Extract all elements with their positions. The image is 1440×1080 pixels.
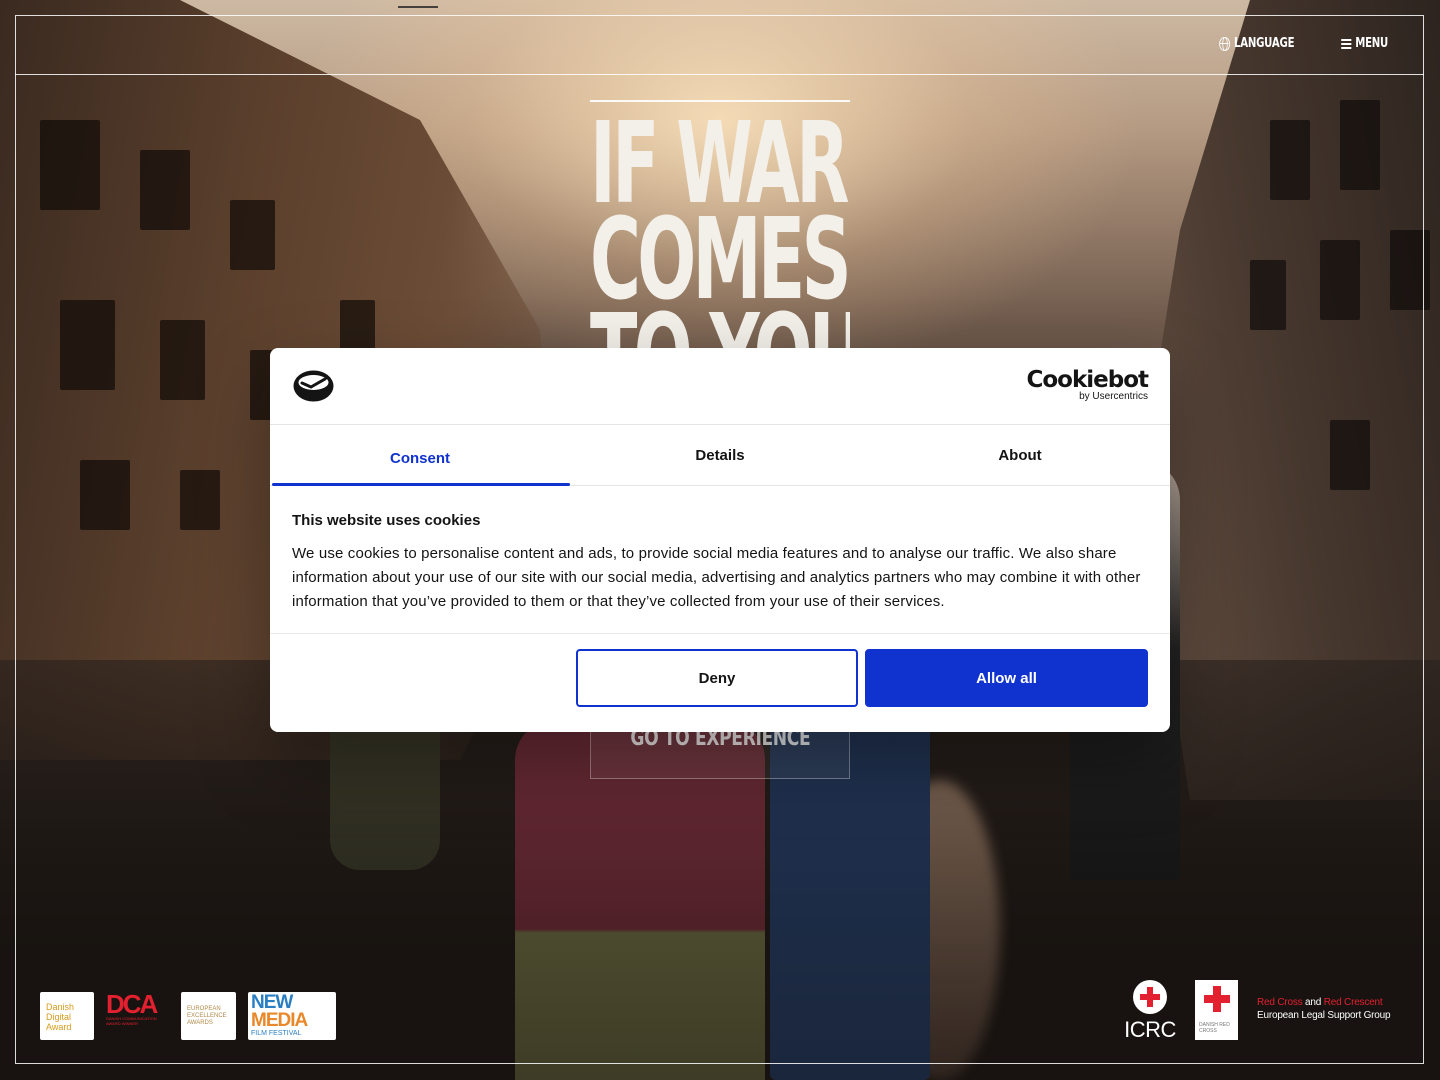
language-label: LANGUAGE: [1233, 36, 1295, 51]
european-excellence-badge[interactable]: EUROPEAN EXCELLENCE AWARDS: [181, 992, 236, 1040]
globe-icon: [1218, 36, 1230, 51]
tab-about[interactable]: About: [870, 425, 1170, 485]
elsg-line-1: Red Cross and Red Crescent: [1257, 996, 1390, 1009]
cookiebot-name: Cookiebot: [1026, 367, 1149, 393]
elsg-and: and: [1305, 997, 1322, 1008]
elsg-line-2: European Legal Support Group: [1257, 1010, 1391, 1021]
cookie-heading: This website uses cookies: [292, 512, 481, 529]
cookie-description: We use cookies to personalise content an…: [292, 545, 1141, 610]
site-logo-icon: [293, 370, 334, 402]
elsg-red-cross: Red Cross: [1257, 997, 1303, 1008]
cookie-consent-dialog: Cookiebot by Usercentrics Consent Detail…: [270, 348, 1170, 732]
tab-details[interactable]: Details: [570, 425, 870, 485]
cookie-actions: Deny Allow all: [270, 634, 1170, 732]
red-cross-emblem-icon: [1133, 980, 1167, 1014]
cookie-tabs: Consent Details About: [270, 425, 1170, 486]
elsg-red-crescent: Red Crescent: [1323, 997, 1383, 1008]
hamburger-icon: [1341, 38, 1352, 49]
new-media-film-festival-badge[interactable]: NEW MEDIA FILM FESTIVAL: [248, 992, 336, 1040]
dca-logo-text: DCA: [106, 992, 158, 1019]
hero-line-3: TO YOU: [590, 300, 850, 350]
eea-label: EUROPEAN EXCELLENCE AWARDS: [187, 1006, 227, 1026]
nmff-line-3: FILM FESTIVAL: [251, 1030, 302, 1037]
danish-red-cross-logo[interactable]: DANISH RED CROSS: [1195, 980, 1238, 1040]
danish-digital-award-badge[interactable]: Danish Digital Award: [40, 992, 94, 1040]
nmff-line-2: MEDIA: [251, 1010, 308, 1031]
menu-button[interactable]: MENU: [1341, 36, 1388, 51]
elsg-logo[interactable]: Red Cross and Red Crescent European Lega…: [1257, 996, 1391, 1022]
helicopter-icon: [398, 0, 438, 8]
red-cross-icon: [1204, 986, 1230, 1012]
deny-button[interactable]: Deny: [576, 649, 858, 707]
cookie-dialog-body: This website uses cookies We use cookies…: [270, 486, 1170, 634]
cookiebot-sub: by Usercentrics: [1079, 391, 1148, 402]
header-divider: [15, 74, 1424, 75]
language-button[interactable]: LANGUAGE: [1218, 36, 1295, 51]
dca-caption: DANISH COMMUNICATION AWARD WINNER: [106, 1016, 157, 1026]
allow-all-button[interactable]: Allow all: [865, 649, 1148, 707]
dca-badge[interactable]: DCA DANISH COMMUNICATION AWARD WINNER: [106, 992, 170, 1040]
menu-label: MENU: [1355, 36, 1388, 51]
icrc-label: ICRC: [1124, 1017, 1176, 1042]
hero-title: IF WAR COMES TO YOU: [590, 100, 850, 350]
tab-consent[interactable]: Consent: [270, 425, 570, 486]
cookiebot-logo[interactable]: Cookiebot by Usercentrics: [1026, 367, 1149, 402]
top-nav: LANGUAGE MENU: [1198, 36, 1388, 51]
cookie-dialog-header: Cookiebot by Usercentrics: [270, 348, 1170, 425]
icrc-logo[interactable]: ICRC: [1122, 980, 1178, 1044]
drc-label: DANISH RED CROSS: [1199, 1022, 1230, 1034]
dda-label: Danish Digital Award: [46, 1002, 75, 1032]
